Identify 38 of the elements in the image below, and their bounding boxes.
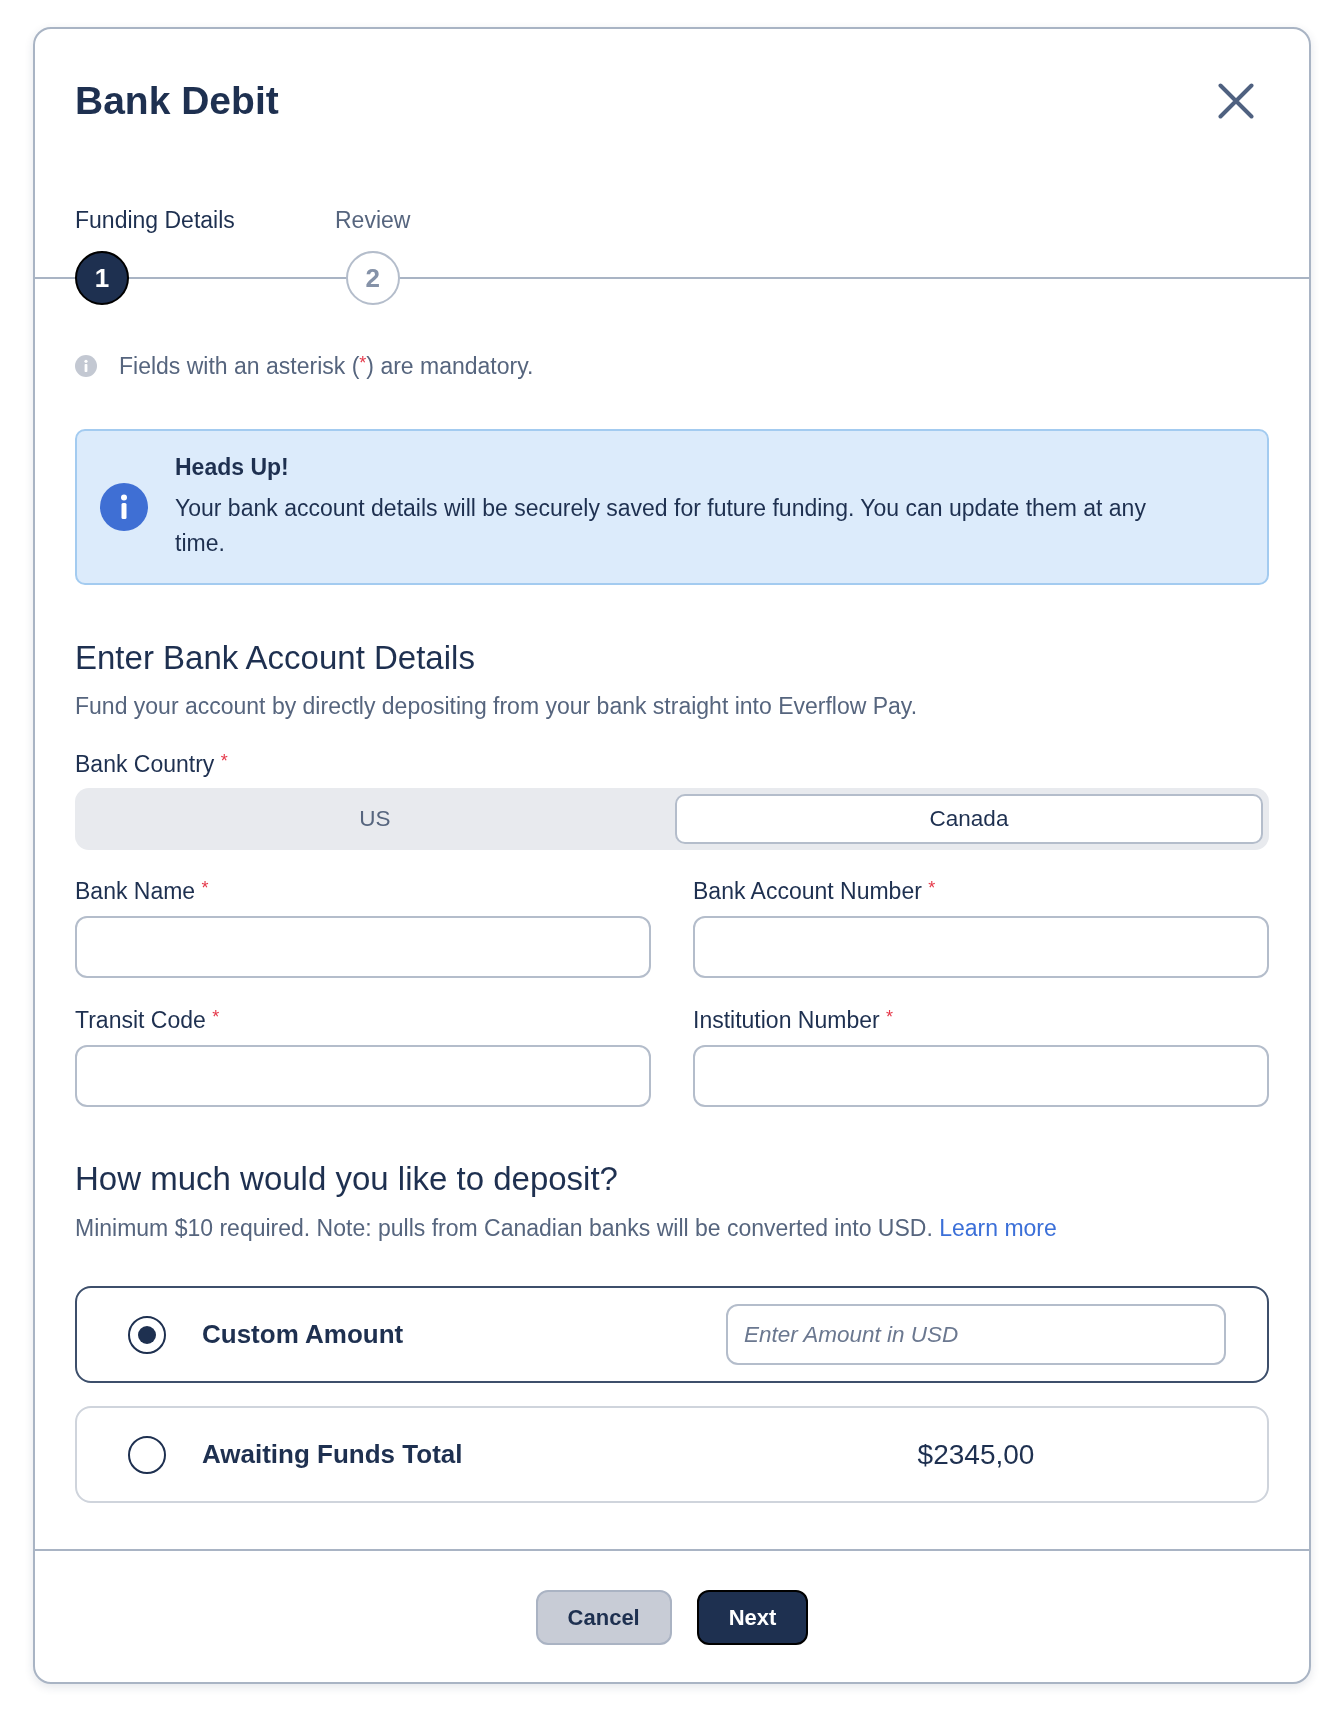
step-circle: 2 [345,251,400,305]
option-card[interactable]: Custom Amount Enter Amount in USD [75,1286,1269,1383]
mandatory-note: Fields with an asterisk ($^{*}$) are mandatory. [119,353,534,379]
field-label: Bank Country $^{*}$ [75,751,229,777]
info-icon [75,355,97,377]
country-option[interactable]: US [81,794,669,844]
banner-title: Heads Up! [175,453,290,481]
close-button[interactable] [1216,81,1256,121]
field-label: Transit Code $^{*}$ [75,1007,221,1033]
field-label: Bank Account Number $^{*}$ [693,878,937,904]
dialog-title: Bank Debit [75,79,279,123]
step-label: Review [335,207,411,233]
field-label: Institution Number $^{*}$ [693,1007,895,1033]
section-heading: Enter Bank Account Details [75,640,476,676]
next-button[interactable]: Next [696,1590,809,1645]
cancel-button[interactable]: Cancel [535,1590,672,1645]
step-label: Funding Details [75,207,235,233]
close-icon [1218,83,1254,119]
step-circle: 1 [75,251,129,305]
option-label: Custom Amount [202,1319,404,1350]
radio-button[interactable] [128,1315,166,1354]
input-field[interactable] [693,916,1269,978]
field-label: Bank Name $^{*}$ [75,878,210,904]
banner-message: Your bank account details will be securely saved for future funding. You can update them at any time. [175,494,1147,558]
input-field[interactable] [693,1045,1269,1107]
learn-more-link[interactable]: Learn more [939,1215,1057,1241]
option-card[interactable]: Awaiting Funds Total $2345,00 [75,1406,1269,1503]
amount-field[interactable]: Enter Amount in USD [726,1304,1226,1365]
option-label: Awaiting Funds Total [202,1439,463,1470]
info-icon [100,483,148,531]
input-field[interactable] [75,916,651,978]
country-option[interactable]: Canada [675,794,1263,844]
input-field[interactable] [75,1045,651,1107]
section-heading: How much would you like to deposit? [75,1161,619,1197]
section-description: Minimum $10 required. Note: pulls from Canadian banks will be converted into USD. Learn more [75,1215,1058,1241]
radio-button[interactable] [128,1435,166,1474]
amount-value: $2345,00 [917,1438,1035,1471]
section-description: Fund your account by directly depositing from your bank straight into Everflow Pay. [75,693,919,719]
